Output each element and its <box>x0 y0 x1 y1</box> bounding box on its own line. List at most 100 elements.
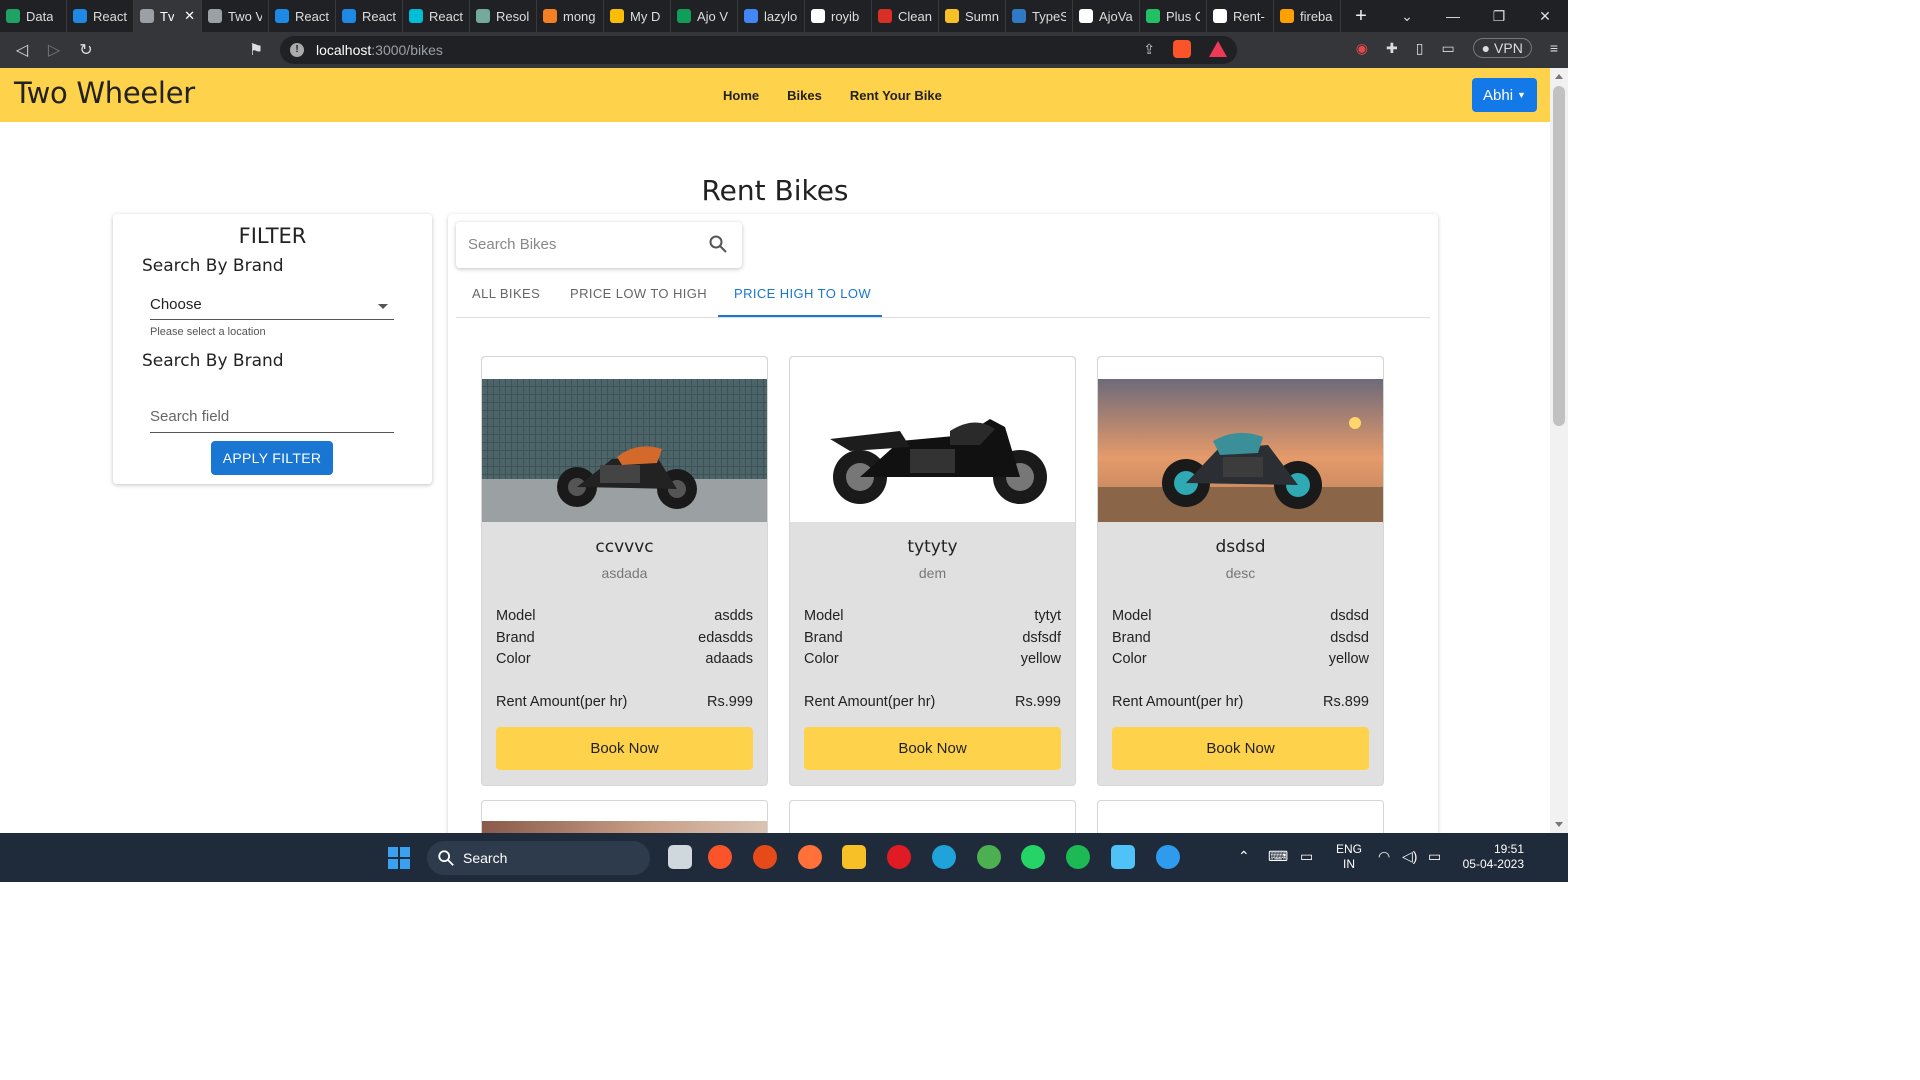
wifi-icon[interactable]: ◠ <box>1378 848 1390 865</box>
extensions-icon[interactable]: ✚ <box>1386 40 1398 57</box>
vpn-button[interactable]: ● VPN <box>1472 38 1532 58</box>
tab-price-high-to-low[interactable]: PRICE HIGH TO LOW <box>734 286 871 301</box>
wallet-icon[interactable]: ▭ <box>1441 40 1454 57</box>
language-code: ENG <box>1336 842 1363 856</box>
tab-favicon-icon <box>1012 9 1026 23</box>
brand-search-input[interactable]: Search field <box>150 408 394 433</box>
book-now-button[interactable]: Book Now <box>496 727 753 770</box>
bookmark-icon[interactable]: ⚑ <box>240 40 272 60</box>
browser-tab[interactable]: React <box>67 0 134 32</box>
browser-tab[interactable]: My D <box>604 0 671 32</box>
url-text[interactable]: localhost:3000/bikes <box>316 42 443 58</box>
brand-select-label: Search By Brand <box>142 256 284 276</box>
user-menu-button[interactable]: Abhi ▼ <box>1472 78 1537 112</box>
browser-tab[interactable]: React <box>269 0 336 32</box>
sidebar-icon[interactable]: ▯ <box>1416 40 1424 57</box>
tab-label: fireba <box>1300 8 1333 24</box>
display-icon[interactable]: ▭ <box>1300 848 1313 865</box>
tab-search-icon[interactable]: ⌄ <box>1384 8 1430 25</box>
whatsapp-icon[interactable] <box>1021 845 1045 869</box>
browser-tab[interactable]: fireba <box>1274 0 1341 32</box>
browser-tab[interactable]: TypeS <box>1006 0 1073 32</box>
share-icon[interactable]: ⇪ <box>1143 41 1155 58</box>
windows-start-icon[interactable] <box>388 847 410 869</box>
tab-favicon-icon <box>610 9 624 23</box>
rent-amount: Rs.899 <box>1323 694 1369 710</box>
brand-select[interactable]: Choose <box>150 296 394 320</box>
record-icon[interactable]: ◉ <box>1356 40 1368 57</box>
browser-tab[interactable]: Sumn <box>939 0 1006 32</box>
tab-favicon-icon <box>1213 9 1227 23</box>
vscode-icon[interactable] <box>1156 845 1180 869</box>
brand-search-label: Search By Brand <box>142 351 284 371</box>
address-bar[interactable]: ! localhost:3000/bikes ⇪ <box>280 36 1237 64</box>
restore-icon[interactable]: ❐ <box>1476 8 1522 25</box>
page-scrollbar[interactable] <box>1550 68 1568 833</box>
tab-close-icon[interactable]: ✕ <box>184 8 195 24</box>
taskbar-clock[interactable]: 19:51 05-04-2023 <box>1458 842 1524 872</box>
scrollbar-thumb[interactable] <box>1553 86 1565 426</box>
tab-price-low-to-high[interactable]: PRICE LOW TO HIGH <box>570 286 707 301</box>
browser-tab[interactable]: React <box>336 0 403 32</box>
browser-tab[interactable]: Resol <box>470 0 537 32</box>
tab-label: Tv <box>160 8 175 24</box>
browser-tab[interactable]: Tv ✕ <box>134 0 202 32</box>
nav-rent-your-bike[interactable]: Rent Your Bike <box>850 88 942 103</box>
spec-label: Model <box>804 608 844 624</box>
tab-all-bikes[interactable]: ALL BIKES <box>472 286 540 301</box>
edge-icon[interactable] <box>932 845 956 869</box>
scroll-down-arrow-icon[interactable] <box>1555 822 1563 827</box>
back-icon[interactable]: ◁ <box>6 40 38 60</box>
tab-label: Resol <box>496 8 530 24</box>
chrome-icon[interactable] <box>977 845 1001 869</box>
spotify-icon[interactable] <box>1066 845 1090 869</box>
region-code: IN <box>1343 857 1355 871</box>
scroll-up-arrow-icon[interactable] <box>1555 74 1563 79</box>
search-icon[interactable] <box>708 234 728 254</box>
browser-tab[interactable]: royib <box>805 0 872 32</box>
tab-favicon-icon <box>1146 9 1160 23</box>
browser-tab[interactable]: mong <box>537 0 604 32</box>
battery-icon[interactable]: ▭ <box>1428 848 1441 865</box>
task-view-icon[interactable] <box>668 845 692 869</box>
browser-tab[interactable]: AjoVa <box>1073 0 1140 32</box>
keyboard-icon[interactable]: ⌨ <box>1268 848 1288 865</box>
brave-browser-icon[interactable] <box>708 845 732 869</box>
search-bikes-input[interactable]: Search Bikes <box>456 222 742 268</box>
menu-icon[interactable]: ≡ <box>1550 40 1558 56</box>
browser-tab[interactable]: Rent- <box>1207 0 1274 32</box>
book-now-button[interactable]: Book Now <box>1112 727 1369 770</box>
browser-tab[interactable]: Data <box>0 0 67 32</box>
browser-tab[interactable]: Two V <box>202 0 269 32</box>
reload-icon[interactable]: ↻ <box>70 40 102 60</box>
browser-tab[interactable]: Ajo V <box>671 0 738 32</box>
language-indicator[interactable]: ENG IN <box>1336 842 1362 872</box>
browser-tab[interactable]: React <box>403 0 470 32</box>
notepad-icon[interactable] <box>1111 845 1135 869</box>
browser-tab[interactable]: Plus C <box>1140 0 1207 32</box>
book-now-button[interactable]: Book Now <box>804 727 1061 770</box>
site-info-icon[interactable]: ! <box>290 43 304 57</box>
office-icon[interactable] <box>753 845 777 869</box>
file-explorer-icon[interactable] <box>842 845 866 869</box>
volume-icon[interactable]: ◁) <box>1402 848 1417 865</box>
apply-filter-button[interactable]: APPLY FILTER <box>211 441 333 475</box>
minimize-icon[interactable]: — <box>1430 8 1476 24</box>
tab-favicon-icon <box>677 9 691 23</box>
brand-logo[interactable]: Two Wheeler <box>14 76 195 110</box>
browser-tab[interactable]: Clean <box>872 0 939 32</box>
new-tab-button[interactable]: + <box>1341 5 1381 28</box>
opera-icon[interactable] <box>887 845 911 869</box>
brave-rewards-icon[interactable] <box>1209 41 1227 57</box>
taskbar-search[interactable]: Search <box>427 841 650 875</box>
forward-icon[interactable]: ▷ <box>38 40 70 60</box>
vpn-label: VPN <box>1494 40 1523 56</box>
browser-tab[interactable]: lazylo <box>738 0 805 32</box>
tab-label: My D <box>630 8 661 24</box>
firefox-icon[interactable] <box>798 845 822 869</box>
tray-overflow-icon[interactable]: ⌃ <box>1238 848 1250 865</box>
nav-home[interactable]: Home <box>723 88 759 103</box>
brave-shields-icon[interactable] <box>1173 40 1191 58</box>
nav-bikes[interactable]: Bikes <box>787 88 822 103</box>
close-window-icon[interactable]: ✕ <box>1522 8 1568 25</box>
